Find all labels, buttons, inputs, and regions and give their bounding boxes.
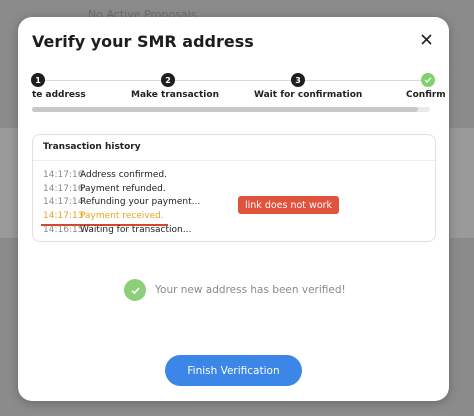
history-row: 14:17:14Refunding your payment... [43, 197, 200, 207]
check-circle-icon [124, 279, 146, 301]
annotation-label: link does not work [238, 196, 340, 214]
step-connector [40, 80, 166, 81]
history-row-warning[interactable]: 14:17:13Payment received. [43, 211, 164, 221]
step-connector [300, 80, 421, 81]
history-time: 14:17:16 [43, 184, 84, 194]
stepper: 1 te address 2 Make transaction 3 Wait f… [18, 73, 449, 113]
history-time: 14:17:14 [43, 197, 84, 207]
step-2-badge: 2 [161, 73, 175, 87]
history-message: Refunding your payment... [80, 197, 201, 207]
modal-title: Verify your SMR address [32, 32, 254, 51]
history-row: 14:17:16Payment refunded. [43, 184, 166, 194]
verify-address-modal: Verify your SMR address 1 te address 2 M… [18, 17, 449, 401]
history-row: 14:16:15Waiting for transaction... [43, 225, 191, 235]
progress-bar [32, 107, 430, 112]
history-time: 14:16:15 [43, 225, 84, 235]
step-connector [175, 80, 291, 81]
backdrop-band-left [0, 128, 18, 238]
history-title: Transaction history [43, 142, 141, 152]
step-1-label: te address [32, 90, 86, 100]
history-time: 14:17:13 [43, 211, 84, 221]
history-row: 14:17:16Address confirmed. [43, 170, 167, 180]
finish-verification-button[interactable]: Finish Verification [165, 355, 302, 386]
close-icon [420, 33, 432, 45]
history-message: Address confirmed. [80, 170, 167, 180]
history-message[interactable]: Payment received. [80, 211, 164, 221]
verified-text: Your new address has been verified! [155, 284, 346, 296]
history-message: Waiting for transaction... [80, 225, 192, 235]
step-4-label: Confirm [406, 90, 446, 100]
step-3-label: Wait for confirmation [254, 90, 363, 100]
check-icon [130, 286, 140, 294]
close-button[interactable] [417, 30, 435, 48]
step-4-badge [421, 73, 435, 87]
transaction-history-card: Transaction history 14:17:16Address conf… [32, 134, 436, 242]
backdrop-band-right [450, 128, 474, 238]
step-2-label: Make transaction [131, 90, 219, 100]
verified-status: Your new address has been verified! [124, 279, 346, 301]
divider [33, 160, 435, 161]
step-3-badge: 3 [291, 73, 305, 87]
history-time: 14:17:16 [43, 170, 84, 180]
history-message: Payment refunded. [80, 184, 166, 194]
step-1-badge: 1 [31, 73, 45, 87]
progress-fill [32, 107, 419, 112]
check-icon [424, 77, 432, 84]
